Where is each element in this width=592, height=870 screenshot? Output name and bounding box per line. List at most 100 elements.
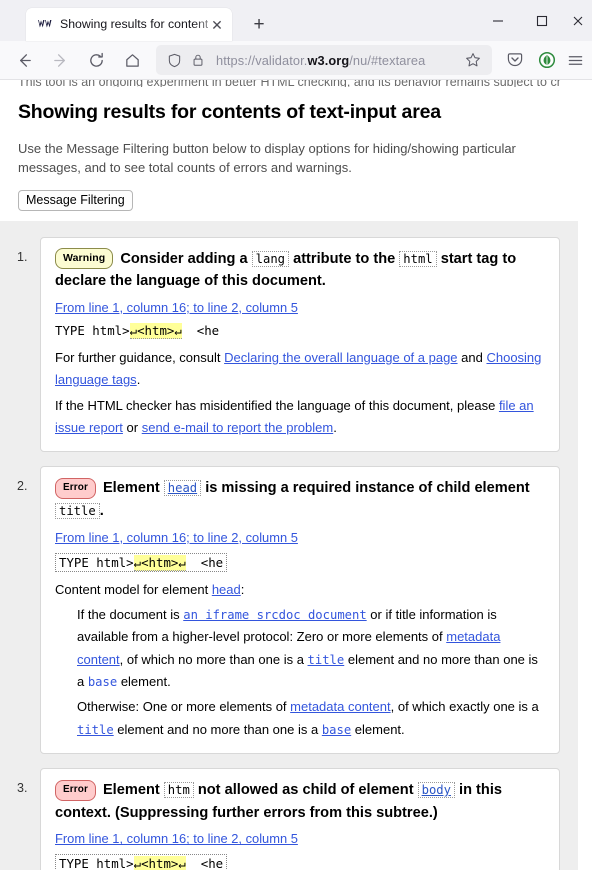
message-paragraph: If the document is an iframe srcdoc docu… — [77, 604, 545, 693]
forward-arrow-icon — [44, 45, 76, 75]
validator-message: 2. Error Element head is missing a require… — [17, 466, 560, 755]
body-text: . — [333, 419, 337, 435]
source-location-link[interactable]: From line 1, column 16; to line 2, colum… — [55, 831, 298, 846]
message-number: 1. — [17, 249, 28, 264]
heading-text: not allowed as child of element — [193, 782, 418, 799]
mono-doc-link[interactable]: title — [308, 653, 345, 667]
doc-link[interactable]: metadata content — [290, 699, 390, 714]
message-paragraph: Otherwise: One or more elements of metad… — [77, 696, 545, 741]
message-paragraph: If the HTML checker has misidentified th… — [55, 395, 545, 440]
body-text: and — [457, 349, 487, 365]
inline-code-link[interactable]: body — [417, 782, 455, 799]
page-viewport[interactable]: This tool is an ongoing experiment in be… — [0, 80, 592, 870]
back-arrow-icon[interactable] — [8, 45, 40, 75]
heading-text: is missing a required instance of child … — [201, 480, 530, 497]
new-tab-button[interactable]: + — [244, 9, 274, 39]
source-extract: TYPE html>↵<htm>↵ <he — [55, 854, 228, 870]
results-list: 1. Warning Consider adding a lang attribut… — [0, 220, 578, 870]
reload-icon[interactable] — [80, 45, 112, 75]
inline-code: lang — [251, 250, 290, 267]
body-text: element. — [117, 674, 171, 689]
extract-after: <he — [185, 554, 224, 570]
url-text[interactable]: https://validator.w3.org/nu/#textarea — [216, 53, 460, 68]
page-title: Showing results for contents of text-inp… — [18, 101, 441, 123]
validator-message: 1. Warning Consider adding a lang attribut… — [17, 236, 560, 453]
body-text: , of which no more than one is a — [119, 651, 308, 667]
element-doc-link[interactable]: body — [422, 783, 451, 797]
heading-text: attribute to the — [289, 250, 400, 267]
body-text: . — [136, 372, 141, 388]
body-text: If the HTML checker has misidentified th… — [55, 397, 499, 413]
star-icon[interactable] — [460, 47, 486, 73]
body-text: : — [240, 581, 245, 597]
body-text: Content model for element — [55, 581, 212, 597]
body-text: element. — [351, 721, 405, 737]
url-domain: w3.org — [307, 52, 350, 68]
extract-before: TYPE html> — [59, 554, 134, 570]
url-suffix: /nu/#textarea — [349, 52, 426, 68]
body-text: Otherwise: One or more elements of — [77, 699, 291, 715]
validator-page: This tool is an ongoing experiment in be… — [0, 80, 578, 870]
heading-text: . — [99, 502, 104, 519]
validator-message: 3. Error Element htm not allowed as child … — [17, 768, 560, 870]
inline-code: html — [399, 250, 437, 267]
doc-link[interactable]: head — [212, 582, 241, 597]
status-badge: Error — [55, 780, 96, 801]
status-badge: Warning — [55, 247, 114, 269]
tab-title: Showing results for contents of t — [60, 17, 226, 31]
mono-text: base — [87, 675, 118, 689]
mono-doc-link[interactable]: title — [77, 723, 114, 737]
inline-code: htm — [163, 782, 194, 799]
source-extract: TYPE html>↵<htm>↵ <he — [55, 552, 228, 572]
doc-link[interactable]: Declaring the overall language of a page — [224, 350, 457, 365]
minimize-icon[interactable] — [476, 4, 520, 38]
browser-toolbar-icons — [498, 45, 586, 75]
browser-tab[interactable]: Showing results for contents of t ✕ — [26, 8, 232, 41]
heading-text: Element — [102, 782, 164, 799]
source-location-link[interactable]: From line 1, column 16; to line 2, colum… — [55, 530, 298, 545]
mono-doc-link[interactable]: an iframe srcdoc document — [183, 608, 366, 622]
w3c-validator-favicon — [36, 17, 52, 33]
message-heading: Error Element htm not allowed as child of… — [55, 779, 545, 824]
mono-doc-link[interactable]: base — [322, 723, 351, 737]
navigation-toolbar: https://validator.w3.org/nu/#textarea — [0, 41, 592, 80]
message-heading: Warning Consider adding a lang attribute … — [55, 247, 545, 293]
home-icon[interactable] — [116, 45, 148, 75]
scrolled-notice-text: This tool is an ongoing experiment in be… — [18, 80, 560, 87]
message-body: For further guidance, consult Declaring … — [55, 347, 545, 439]
source-location-link[interactable]: From line 1, column 16; to line 2, colum… — [55, 300, 298, 315]
url-prefix: https://validator. — [216, 52, 308, 68]
message-filtering-button[interactable]: Message Filtering — [18, 189, 133, 211]
inline-code-link[interactable]: head — [163, 480, 202, 497]
save-to-pocket-icon[interactable] — [500, 45, 530, 75]
extract-highlight: ↵<htm>↵ — [133, 856, 186, 870]
message-number: 3. — [17, 781, 28, 796]
extract-after: <he — [185, 856, 224, 870]
element-doc-link[interactable]: head — [168, 481, 197, 495]
status-badge: Error — [55, 478, 96, 499]
padlock-icon[interactable] — [188, 50, 208, 70]
tab-strip-bar: Showing results for contents of t ✕ + — [0, 0, 592, 41]
extract-highlight: ↵<htm>↵ — [129, 322, 182, 339]
body-text: For further guidance, consult — [55, 349, 225, 365]
source-extract: TYPE html>↵<htm>↵ <he — [55, 322, 220, 339]
maximize-icon[interactable] — [520, 4, 564, 38]
intro-paragraph: Use the Message Filtering button below t… — [18, 141, 516, 175]
shield-icon[interactable] — [164, 50, 184, 70]
extract-after: <he — [181, 322, 220, 338]
hamburger-menu-icon[interactable] — [564, 45, 586, 75]
extract-before: TYPE html> — [55, 322, 130, 338]
heading-text: Element — [102, 480, 164, 497]
message-heading: Error Element head is missing a required … — [55, 477, 545, 522]
window-controls — [476, 0, 592, 41]
extract-highlight: ↵<htm>↵ — [133, 554, 186, 571]
message-body: Content model for element head: If the do… — [55, 579, 545, 742]
window-close-icon[interactable] — [564, 4, 592, 38]
doc-link[interactable]: send e-mail to report the problem — [142, 420, 333, 435]
inline-code: title — [55, 502, 100, 519]
close-icon[interactable]: ✕ — [208, 15, 226, 34]
tab-strip: Showing results for contents of t ✕ + — [0, 0, 476, 41]
body-text: element and no more than one is a — [113, 721, 322, 737]
address-bar[interactable]: https://validator.w3.org/nu/#textarea — [156, 45, 492, 75]
extension-icon[interactable] — [532, 45, 562, 75]
